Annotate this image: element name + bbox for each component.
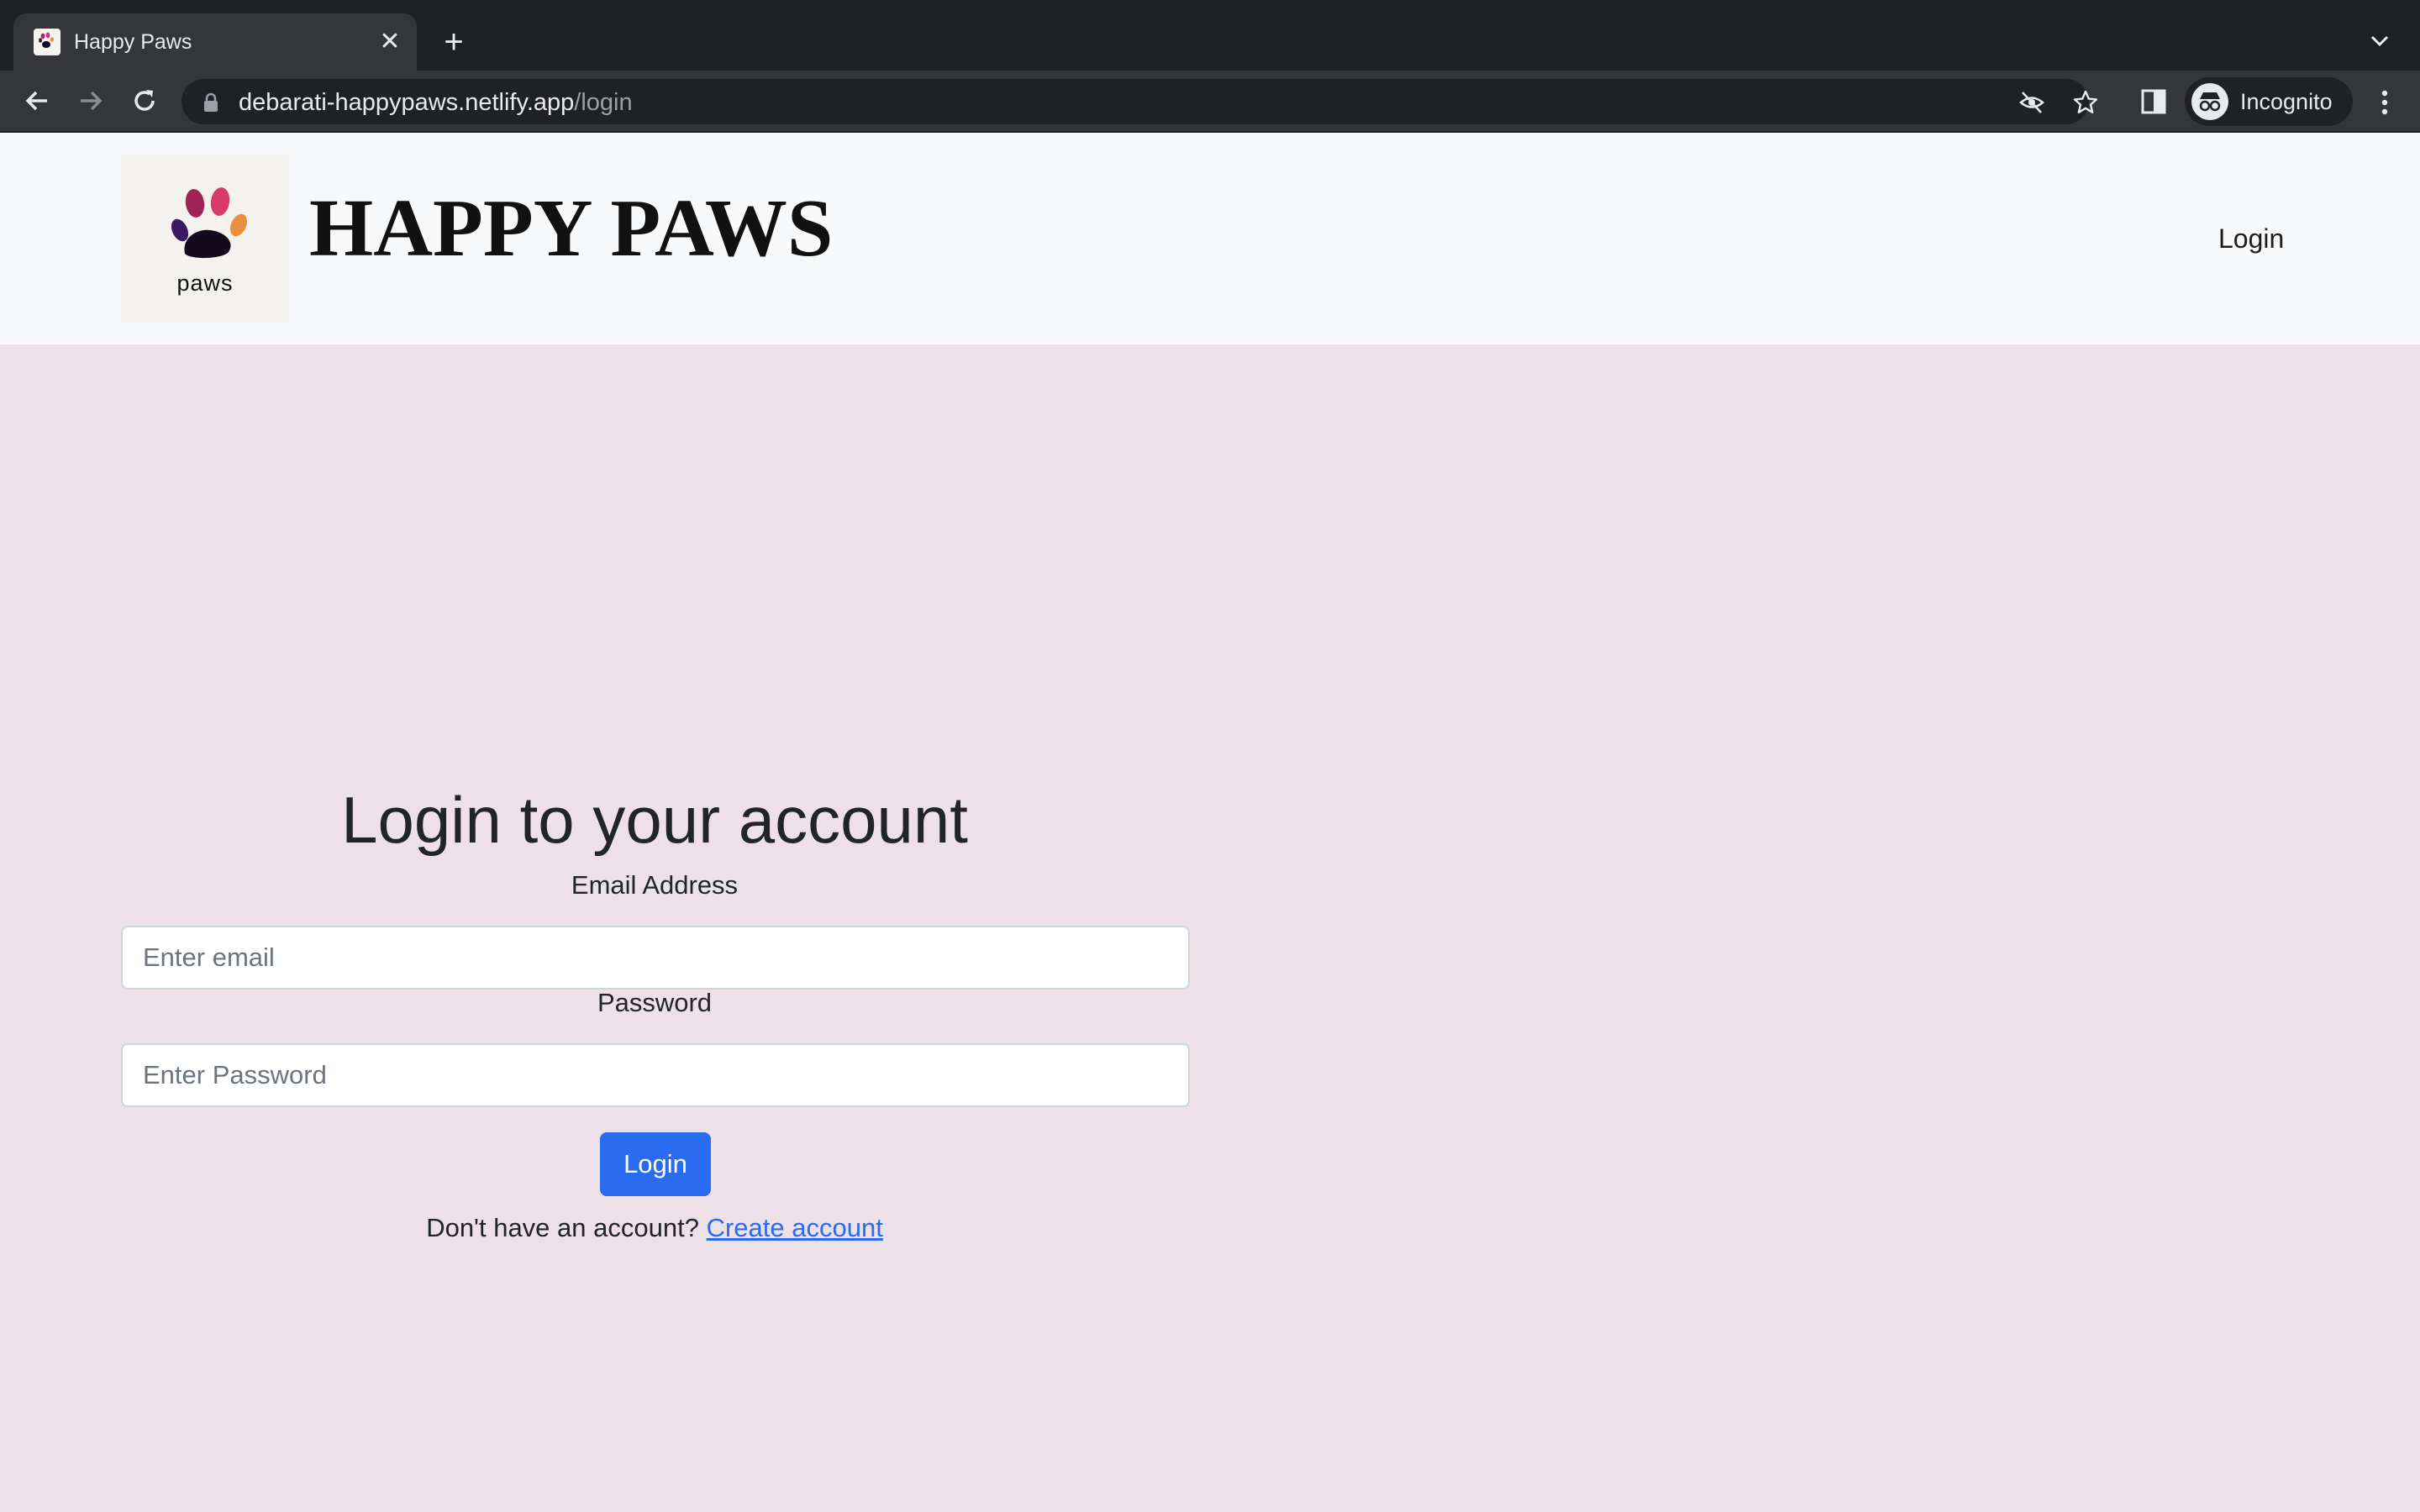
lock-icon bbox=[202, 92, 220, 113]
paw-favicon-icon bbox=[34, 29, 60, 55]
tab-list-chevron-icon[interactable] bbox=[2365, 25, 2395, 55]
email-field[interactable] bbox=[121, 926, 1190, 990]
password-label: Password bbox=[597, 988, 713, 1017]
side-panel-icon[interactable] bbox=[2139, 87, 2168, 116]
back-arrow-icon[interactable] bbox=[18, 82, 55, 119]
browser-tab[interactable]: Happy Paws ✕ bbox=[13, 13, 417, 71]
email-label: Email Address bbox=[571, 870, 739, 900]
incognito-icon bbox=[2191, 83, 2228, 120]
site-logo[interactable]: paws bbox=[121, 155, 289, 323]
url-host: debarati-happypaws.netlify.app bbox=[239, 89, 575, 116]
url-text: debarati-happypaws.netlify.app/login bbox=[239, 89, 633, 116]
create-account-link[interactable]: Create account bbox=[707, 1213, 883, 1242]
password-field[interactable] bbox=[121, 1043, 1190, 1107]
site-brand-title[interactable]: HAPPY PAWS bbox=[309, 178, 833, 279]
reload-icon[interactable] bbox=[126, 82, 163, 119]
tab-title: Happy Paws bbox=[74, 30, 192, 54]
login-button[interactable]: Login bbox=[600, 1132, 711, 1196]
login-heading: Login to your account bbox=[341, 783, 968, 857]
url-path: /login bbox=[574, 89, 633, 116]
close-tab-icon[interactable]: ✕ bbox=[373, 25, 407, 59]
page-body: paws HAPPY PAWS Login Login to your acco… bbox=[0, 133, 2420, 1512]
star-icon[interactable] bbox=[2072, 89, 2099, 116]
address-bar[interactable]: debarati-happypaws.netlify.app/login bbox=[182, 79, 2098, 124]
kebab-menu-icon[interactable] bbox=[2370, 86, 2400, 119]
paw-logo-icon bbox=[171, 187, 248, 259]
nav-login-link[interactable]: Login bbox=[2218, 222, 2284, 255]
browser-toolbar: debarati-happypaws.netlify.app/login Inc… bbox=[0, 71, 2420, 133]
forward-arrow-icon[interactable] bbox=[72, 82, 109, 119]
browser-tabstrip: Happy Paws ✕ + bbox=[0, 0, 2420, 71]
new-tab-button[interactable]: + bbox=[434, 22, 474, 62]
signup-prompt-line: Don't have an account? Create account bbox=[121, 1211, 1188, 1245]
logo-text: paws bbox=[176, 270, 234, 296]
incognito-label: Incognito bbox=[2240, 89, 2333, 114]
incognito-profile-button[interactable]: Incognito bbox=[2185, 77, 2353, 126]
eye-off-icon[interactable] bbox=[2018, 89, 2045, 116]
signup-prompt: Don't have an account? bbox=[426, 1213, 699, 1242]
site-navbar: paws HAPPY PAWS Login bbox=[0, 133, 2420, 344]
